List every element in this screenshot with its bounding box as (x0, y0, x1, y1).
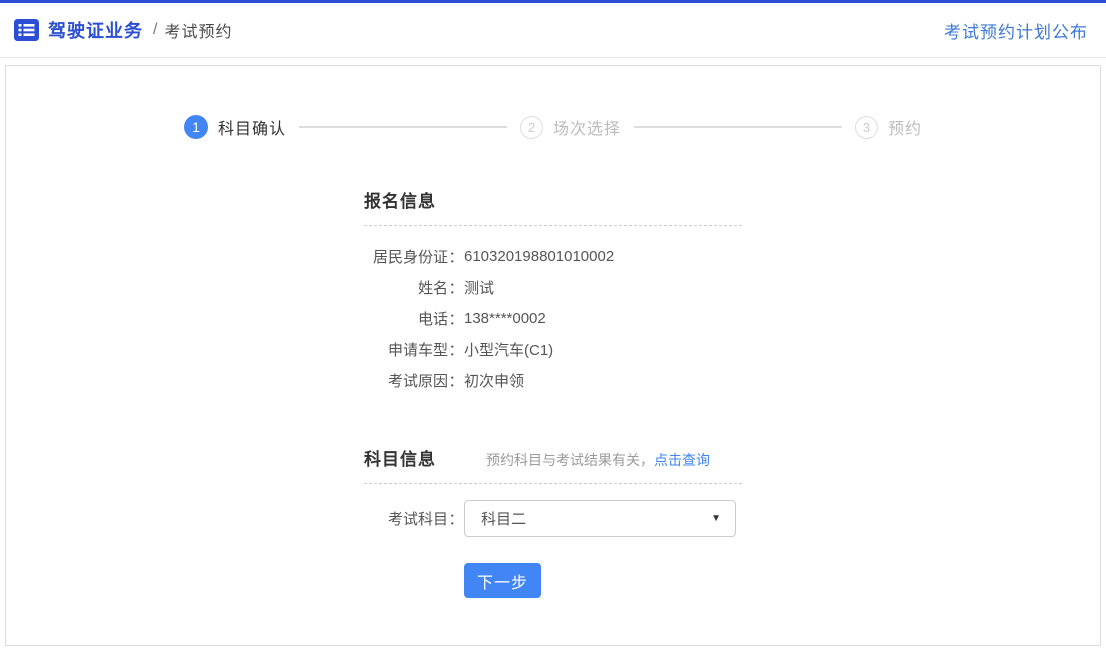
field-value: 138****0002 (464, 310, 546, 327)
field-label: 居民身份证 (364, 246, 448, 267)
stepper: 1 科目确认 2 场次选择 3 预约 (6, 66, 1100, 139)
form-content: 报名信息 居民身份证 ： 610320198801010002 姓名 ： 测试 … (364, 187, 742, 598)
registration-fields: 居民身份证 ： 610320198801010002 姓名 ： 测试 电话 ： … (364, 245, 742, 391)
exam-subject-select[interactable]: 科目二 ▼ (464, 500, 736, 537)
field-row-phone: 电话 ： 138****0002 (364, 307, 742, 329)
exam-subject-label: 考试科目 (364, 508, 448, 529)
field-row-id-number: 居民身份证 ： 610320198801010002 (364, 245, 742, 267)
step-2-indicator: 2 (520, 116, 543, 139)
subject-section-title: 科目信息 (364, 445, 436, 470)
field-label: 考试原因 (364, 370, 448, 391)
field-label: 申请车型 (364, 339, 448, 360)
step-connector (634, 126, 842, 128)
field-label: 姓名 (364, 277, 448, 298)
field-value: 测试 (464, 277, 494, 298)
chevron-down-icon: ▼ (711, 513, 721, 524)
step-connector (299, 126, 507, 128)
field-value: 610320198801010002 (464, 248, 614, 265)
exam-subject-row: 考试科目 ： 科目二 ▼ (364, 500, 742, 537)
field-colon: ： (448, 308, 464, 329)
step-3-label: 预约 (888, 115, 922, 139)
list-icon (14, 19, 39, 41)
field-row-exam-reason: 考试原因 ： 初次申领 (364, 369, 742, 391)
breadcrumb-separator: / (153, 21, 157, 39)
field-colon: ： (448, 370, 464, 391)
breadcrumb-business[interactable]: 驾驶证业务 (48, 17, 143, 43)
breadcrumb-current: 考试预约 (164, 18, 232, 42)
section-divider (364, 225, 742, 226)
field-colon: ： (448, 339, 464, 360)
exam-subject-selected-value: 科目二 (481, 508, 526, 529)
field-value: 小型汽车(C1) (464, 339, 553, 360)
field-colon: ： (448, 277, 464, 298)
query-link[interactable]: 点击查询 (654, 452, 710, 468)
subject-section: 科目信息 预约科目与考试结果有关，点击查询 考试科目 ： 科目二 ▼ 下一步 (364, 445, 742, 598)
page-header: 驾驶证业务 / 考试预约 考试预约计划公布 (0, 0, 1106, 58)
field-value: 初次申领 (464, 370, 524, 391)
field-colon: ： (448, 246, 464, 267)
breadcrumb: 驾驶证业务 / 考试预约 (14, 17, 232, 43)
subject-note-text: 预约科目与考试结果有关， (486, 452, 654, 468)
registration-section-title: 报名信息 (364, 187, 436, 212)
field-row-vehicle-type: 申请车型 ： 小型汽车(C1) (364, 338, 742, 360)
field-row-name: 姓名 ： 测试 (364, 276, 742, 298)
main-panel: 1 科目确认 2 场次选择 3 预约 报名信息 居民身份证 ： 61032019… (5, 65, 1101, 646)
step-session-select: 2 场次选择 (520, 115, 621, 139)
step-3-indicator: 3 (855, 116, 878, 139)
subject-note: 预约科目与考试结果有关，点击查询 (486, 450, 710, 470)
step-2-label: 场次选择 (553, 115, 621, 139)
step-1-indicator: 1 (184, 115, 208, 139)
field-label: 电话 (364, 308, 448, 329)
exam-plan-link[interactable]: 考试预约计划公布 (944, 18, 1088, 43)
step-reserve: 3 预约 (855, 115, 922, 139)
next-step-button[interactable]: 下一步 (464, 563, 541, 598)
section-divider (364, 483, 742, 484)
step-1-label: 科目确认 (218, 115, 286, 139)
step-subject-confirm: 1 科目确认 (184, 115, 286, 139)
field-colon: ： (448, 508, 464, 529)
